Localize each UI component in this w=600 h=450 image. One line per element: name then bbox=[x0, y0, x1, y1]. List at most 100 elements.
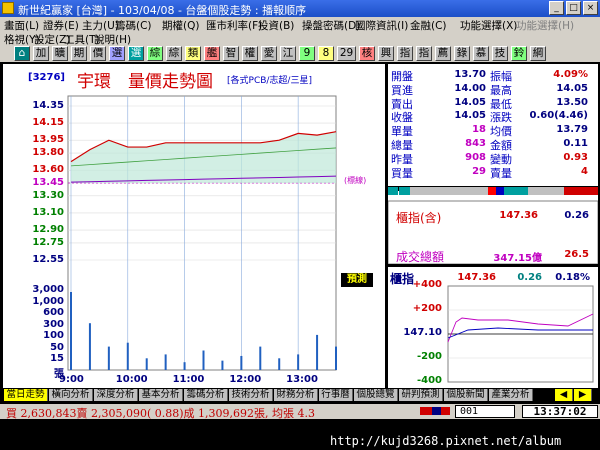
toolbar-button[interactable]: ⌂ bbox=[14, 46, 30, 61]
quote-value: 4 bbox=[581, 165, 588, 177]
menu-item[interactable]: 功能選擇(H) bbox=[516, 18, 574, 31]
mini-index-change: 0.26 bbox=[517, 272, 542, 283]
analysis-tab[interactable]: 基本分析 bbox=[139, 389, 183, 401]
index-label: 櫃指(含) bbox=[396, 211, 442, 225]
quote-label: 買量 bbox=[391, 166, 413, 180]
volume-tick-label: 3,000 bbox=[32, 284, 64, 295]
quote-value: 14.00 bbox=[454, 82, 486, 94]
quote-value: 13.79 bbox=[556, 124, 588, 136]
toolbar-button[interactable]: 綱 bbox=[530, 46, 546, 61]
page-indicator[interactable]: 001 bbox=[455, 405, 515, 418]
quote-value: 13.70 bbox=[454, 69, 486, 80]
menu-item[interactable]: 國際資訊(I) bbox=[355, 18, 408, 31]
toolbar-button[interactable]: 曠 bbox=[52, 46, 68, 61]
turnover-value: 347.15億 bbox=[493, 253, 542, 264]
toolbar-button[interactable]: 選 bbox=[128, 46, 144, 61]
quote-value: 4.09% bbox=[553, 69, 588, 80]
toolbar-button[interactable]: 興 bbox=[378, 46, 394, 61]
minimize-button[interactable]: _ bbox=[549, 1, 564, 15]
analysis-tab[interactable]: 橫向分析 bbox=[49, 389, 93, 401]
volume-tick-label: 1,000 bbox=[32, 295, 64, 307]
analysis-tab[interactable]: 財務分析 bbox=[274, 389, 318, 401]
toolbar-button[interactable]: 類 bbox=[185, 46, 201, 61]
mini-index-value: 147.36 bbox=[457, 272, 496, 283]
menu-item[interactable]: 畫面(L) bbox=[4, 18, 39, 31]
menu-item[interactable]: 匯市利率(F) bbox=[206, 18, 262, 31]
toolbar-button[interactable]: 艦 bbox=[204, 46, 220, 61]
quote-label: 賣量 bbox=[490, 166, 512, 180]
quote-value: 14.05 bbox=[556, 82, 588, 94]
toolbar-button[interactable]: 江 bbox=[280, 46, 296, 61]
menu-item[interactable]: 投資(B) bbox=[258, 18, 294, 31]
volume-tick-label: 300 bbox=[43, 318, 64, 330]
order-book-segment bbox=[410, 187, 488, 195]
quote-value: 0.93 bbox=[563, 151, 588, 163]
quote-value: 14.05 bbox=[454, 110, 486, 122]
order-book-segment bbox=[496, 187, 504, 195]
toolbar-button[interactable]: 薦 bbox=[435, 46, 451, 61]
toolbar-button[interactable]: 錄 bbox=[454, 46, 470, 61]
volume-bar bbox=[70, 292, 72, 370]
toolbar-button[interactable]: 核 bbox=[359, 46, 375, 61]
toolbar-button[interactable]: 選 bbox=[109, 46, 125, 61]
price-tick-label: 14.15 bbox=[32, 117, 64, 129]
toolbar-button[interactable]: 鈴 bbox=[511, 46, 527, 61]
volume-bar bbox=[183, 362, 186, 370]
toolbar-button[interactable]: 權 bbox=[242, 46, 258, 61]
toolbar-button[interactable]: 智 bbox=[223, 46, 239, 61]
volume-bar bbox=[221, 360, 224, 370]
analysis-tab[interactable]: 產業分析 bbox=[489, 389, 533, 401]
chart-title: 量價走勢圖 bbox=[128, 72, 213, 92]
toolbar-button[interactable]: 29 bbox=[337, 46, 356, 61]
analysis-tab[interactable]: 籌碼分析 bbox=[184, 389, 228, 401]
analysis-tab[interactable]: 個股新聞 bbox=[444, 389, 488, 401]
mini-tick-label: +200 bbox=[412, 303, 442, 314]
price-tick-label: 13.80 bbox=[32, 147, 64, 159]
menu-item[interactable]: 期權(Q) bbox=[162, 18, 199, 31]
menu-item[interactable]: 說明(H) bbox=[94, 32, 131, 45]
toolbar-button[interactable]: 技 bbox=[492, 46, 508, 61]
toolbar-button[interactable]: 指 bbox=[416, 46, 432, 61]
tab-scroll-left[interactable]: ◀ bbox=[555, 389, 573, 401]
toolbar-button[interactable]: 8 bbox=[318, 46, 334, 61]
toolbar-button[interactable]: 價 bbox=[90, 46, 106, 61]
analysis-tab[interactable]: 技術分析 bbox=[229, 389, 273, 401]
title-bar: 新世紀贏家 [台灣] - 103/04/08 - 台盤個股走勢 : 播報顺序 _… bbox=[0, 0, 600, 17]
menu-item[interactable]: 金融(C) bbox=[410, 18, 447, 31]
toolbar-button[interactable]: 慕 bbox=[473, 46, 489, 61]
tab-scroll-right[interactable]: ▶ bbox=[574, 389, 592, 401]
stock-name: 宇環 bbox=[77, 72, 111, 92]
toolbar-button[interactable]: 愛 bbox=[261, 46, 277, 61]
window-controls: _ □ × bbox=[549, 1, 598, 15]
menu-item[interactable]: 功能選擇(X) bbox=[460, 18, 517, 31]
toolbar-button[interactable]: 加 bbox=[33, 46, 49, 61]
maximize-button[interactable]: □ bbox=[566, 1, 581, 15]
analysis-tab[interactable]: 行事曆 bbox=[319, 389, 353, 401]
volume-tick-label: 張 bbox=[54, 368, 64, 380]
toolbar-button[interactable]: 指 bbox=[397, 46, 413, 61]
menu-item[interactable]: 籌碼(C) bbox=[115, 18, 152, 31]
category-tag[interactable]: [各式PCB/志超/三星] bbox=[227, 73, 312, 86]
analysis-tab[interactable]: 深度分析 bbox=[94, 389, 138, 401]
menu-item[interactable]: 主力(U) bbox=[82, 18, 119, 31]
analysis-tab[interactable]: 個股總覽 bbox=[354, 389, 398, 401]
volume-bar bbox=[335, 346, 337, 370]
toolbar-button[interactable]: 9 bbox=[299, 46, 315, 61]
menu-item[interactable]: 操盤密碼(D) bbox=[302, 18, 360, 31]
reference-annotation: (標線) bbox=[344, 176, 367, 185]
volume-bar bbox=[297, 354, 300, 370]
preview-button[interactable]: 預測 bbox=[341, 273, 373, 287]
toolbar-button[interactable]: 綜 bbox=[147, 46, 163, 61]
time-tick-label: 10:00 bbox=[115, 374, 148, 385]
analysis-tab[interactable]: 研判預測 bbox=[399, 389, 443, 401]
toolbar-button[interactable]: 綜 bbox=[166, 46, 182, 61]
toolbar-button[interactable]: 期 bbox=[71, 46, 87, 61]
volume-bar bbox=[316, 334, 319, 370]
quote-value: 0.60(4.46) bbox=[529, 110, 589, 122]
quote-value: 0.11 bbox=[563, 138, 588, 149]
volume-bar bbox=[259, 346, 262, 370]
volume-bar bbox=[145, 358, 148, 370]
close-button[interactable]: × bbox=[583, 1, 598, 15]
analysis-tab[interactable]: 當日走勢 bbox=[4, 389, 48, 401]
menu-item[interactable]: 證券(E) bbox=[43, 18, 79, 31]
